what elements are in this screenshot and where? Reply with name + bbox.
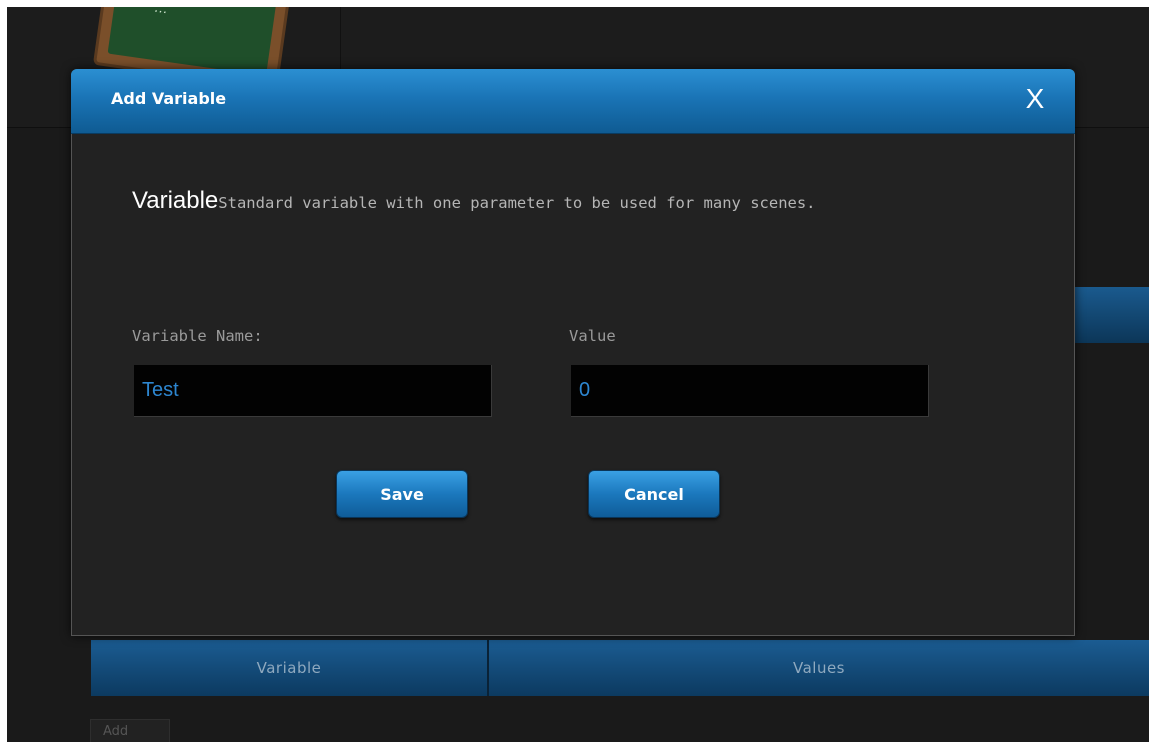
variable-type-text: Standard variable with one parameter to …	[218, 194, 816, 212]
chalkboard-surface: …	[107, 7, 277, 76]
save-button[interactable]: Save	[336, 470, 468, 518]
add-variable-dialog: Add Variable X VariableStandard variable…	[71, 69, 1075, 636]
cancel-button[interactable]: Cancel	[588, 470, 720, 518]
variables-table-header: Variable Values	[91, 640, 1149, 696]
app-screen: … Variable Values Add Add Variable X Var…	[7, 7, 1149, 742]
variable-name-label: Variable Name:	[132, 327, 263, 345]
column-header-values[interactable]: Values	[489, 640, 1149, 696]
chalkboard-text: …	[153, 7, 170, 17]
background-blue-header-strip	[1070, 287, 1149, 343]
close-icon[interactable]: X	[1019, 79, 1051, 119]
add-button[interactable]: Add	[90, 719, 170, 742]
dialog-title: Add Variable	[111, 89, 227, 108]
column-header-variable[interactable]: Variable	[91, 640, 489, 696]
value-label: Value	[569, 327, 616, 345]
variable-name-input[interactable]	[134, 365, 492, 417]
variable-type-description: VariableStandard variable with one param…	[132, 187, 816, 215]
dialog-header: Add Variable X	[71, 69, 1075, 134]
value-input[interactable]	[571, 365, 929, 417]
variable-type-title: Variable	[132, 187, 219, 214]
